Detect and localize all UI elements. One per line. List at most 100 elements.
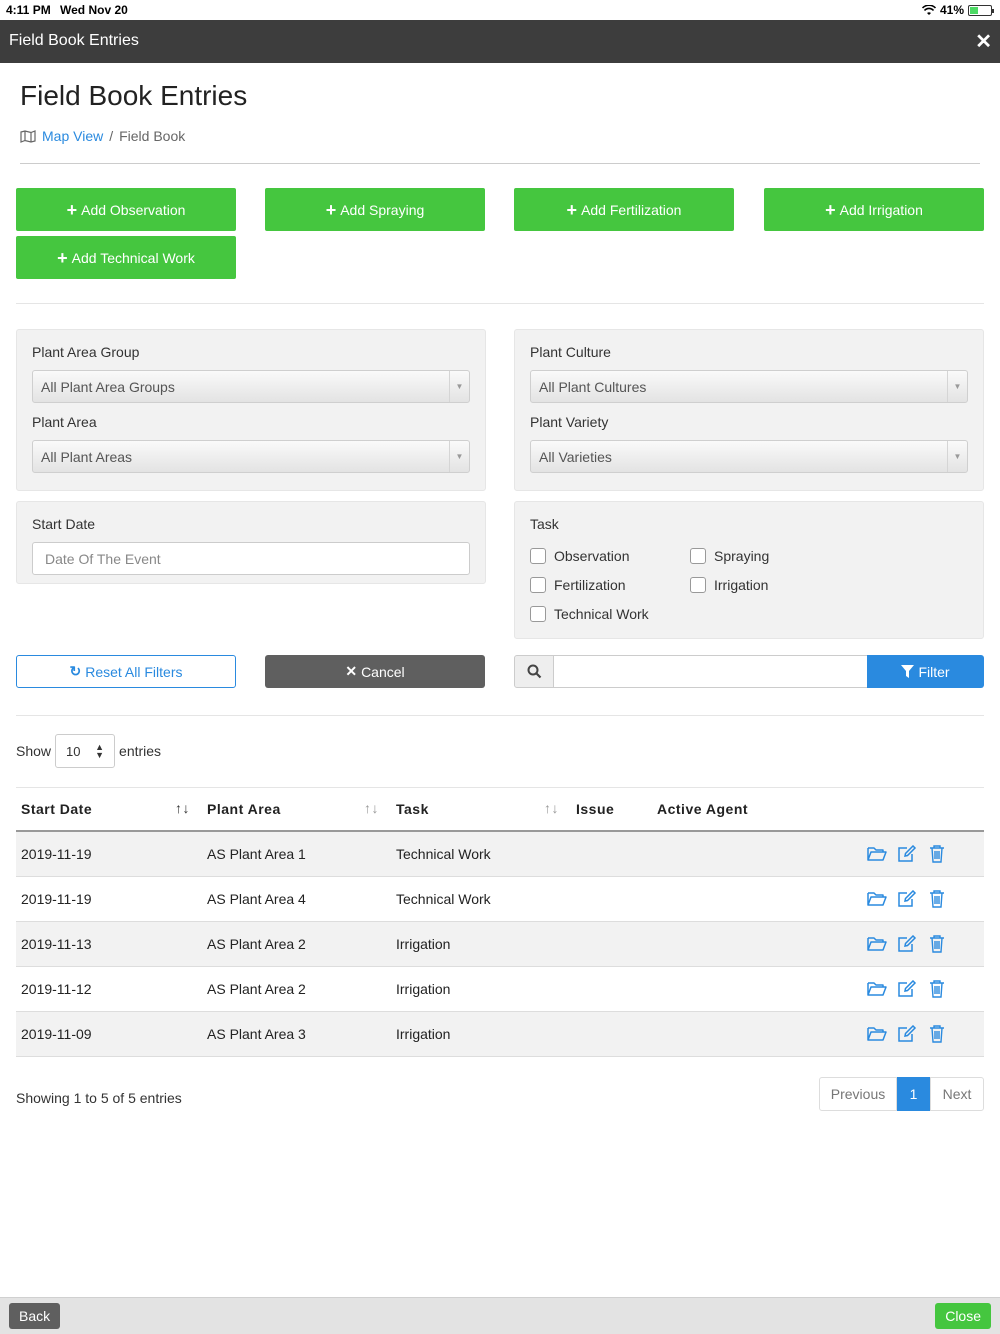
task-option-label: Fertilization — [554, 577, 626, 593]
cell-issue — [571, 921, 652, 967]
entries-label: entries — [119, 743, 162, 759]
add-fertilization-label: Add Fertilization — [581, 201, 682, 218]
task-checkbox-technical-work[interactable]: Technical Work — [530, 606, 649, 622]
filter-label: Filter — [918, 663, 950, 680]
start-date-label: Start Date — [32, 516, 96, 532]
table-row[interactable]: 2019-11-19 AS Plant Area 4 Technical Work — [16, 876, 984, 922]
plus-icon: + — [57, 247, 68, 268]
back-button[interactable]: Back — [9, 1303, 61, 1329]
row-actions — [817, 889, 979, 908]
pagination: Previous 1 Next — [819, 1077, 984, 1111]
checkbox[interactable] — [690, 577, 706, 593]
cell-active-agent — [652, 966, 812, 1012]
breadcrumb: Map View / Field Book — [20, 128, 185, 144]
cell-active-agent — [652, 1011, 812, 1057]
trash-icon[interactable] — [927, 845, 947, 863]
cell-plant-area: AS Plant Area 2 — [202, 921, 391, 967]
add-fertilization-button[interactable]: + Add Fertilization — [514, 188, 734, 231]
search-input[interactable] — [553, 655, 868, 688]
cell-issue — [571, 966, 652, 1012]
column-header-plant-area[interactable]: Plant Area ↑↓ — [202, 788, 391, 832]
plant-culture-select[interactable]: All Plant Cultures ▼ — [530, 370, 968, 403]
pagination-page-current[interactable]: 1 — [897, 1077, 930, 1111]
folder-open-icon[interactable] — [867, 935, 887, 953]
add-irrigation-label: Add Irrigation — [839, 201, 923, 218]
edit-icon[interactable] — [897, 934, 917, 953]
folder-open-icon[interactable] — [867, 980, 887, 998]
reset-filters-label: Reset All Filters — [85, 663, 183, 680]
table-row[interactable]: 2019-11-13 AS Plant Area 2 Irrigation — [16, 921, 984, 967]
add-observation-button[interactable]: + Add Observation — [16, 188, 236, 231]
table-header-row: Start Date ↑↓ Plant Area ↑↓ Task ↑↓ Issue A… — [16, 788, 984, 832]
column-header-start-date[interactable]: Start Date ↑↓ — [16, 788, 202, 832]
edit-icon[interactable] — [897, 979, 917, 998]
close-button[interactable]: Close — [935, 1303, 991, 1329]
page-size-select[interactable]: 10 ▲ ▼ — [55, 734, 116, 768]
add-technical-work-button[interactable]: + Add Technical Work — [16, 236, 236, 279]
folder-open-icon[interactable] — [867, 845, 887, 863]
trash-icon[interactable] — [927, 934, 947, 953]
plant-area-select[interactable]: All Plant Areas ▼ — [32, 440, 470, 473]
table-row[interactable]: 2019-11-12 AS Plant Area 2 Irrigation — [16, 966, 984, 1012]
bottom-bar: Back Close — [0, 1297, 1000, 1334]
checkbox[interactable] — [530, 577, 546, 593]
cell-actions — [812, 876, 984, 922]
cell-plant-area: AS Plant Area 4 — [202, 876, 391, 922]
cell-plant-area: AS Plant Area 1 — [202, 831, 391, 877]
cell-start-date: 2019-11-19 — [16, 831, 202, 877]
task-checkbox-fertilization[interactable]: Fertilization — [530, 577, 626, 593]
table-row[interactable]: 2019-11-19 AS Plant Area 1 Technical Work — [16, 831, 984, 877]
cell-actions — [812, 966, 984, 1012]
add-irrigation-button[interactable]: + Add Irrigation — [764, 188, 984, 231]
cell-start-date: 2019-11-12 — [16, 966, 202, 1012]
cell-task: Technical Work — [391, 876, 571, 922]
folder-open-icon[interactable] — [867, 890, 887, 908]
battery-percent: 41% — [939, 3, 964, 17]
table-row[interactable]: 2019-11-09 AS Plant Area 3 Irrigation — [16, 1011, 984, 1057]
start-date-input[interactable]: Date Of The Event — [32, 542, 470, 575]
edit-icon[interactable] — [897, 844, 917, 863]
trash-icon[interactable] — [927, 1024, 947, 1043]
task-option-label: Irrigation — [714, 577, 769, 593]
column-header-label: Plant Area — [207, 801, 281, 817]
plant-variety-value: All Varieties — [539, 449, 612, 465]
column-header-task[interactable]: Task ↑↓ — [391, 788, 571, 832]
plant-area-group-select[interactable]: All Plant Area Groups ▼ — [32, 370, 470, 403]
cancel-button[interactable]: ✕ Cancel — [265, 655, 485, 688]
add-observation-label: Add Observation — [81, 201, 186, 218]
plant-variety-select[interactable]: All Varieties ▼ — [530, 440, 968, 473]
task-option-label: Spraying — [714, 548, 770, 564]
row-actions — [817, 979, 979, 998]
plus-icon: + — [325, 199, 337, 220]
chevron-down-icon: ▼ — [947, 441, 967, 472]
checkbox[interactable] — [530, 548, 546, 564]
cell-start-date: 2019-11-09 — [16, 1011, 202, 1057]
sort-icon: ↑↓ — [175, 800, 190, 816]
edit-icon[interactable] — [897, 1024, 917, 1043]
wifi-icon — [921, 4, 936, 15]
cell-issue — [571, 831, 652, 877]
cell-active-agent — [652, 921, 812, 967]
divider — [20, 163, 980, 164]
close-icon[interactable]: ✕ — [975, 29, 992, 54]
trash-icon[interactable] — [927, 889, 947, 908]
task-checkbox-spraying[interactable]: Spraying — [690, 548, 769, 564]
task-checkbox-irrigation[interactable]: Irrigation — [690, 577, 768, 593]
checkbox[interactable] — [690, 548, 706, 564]
folder-open-icon[interactable] — [867, 1025, 887, 1043]
page-title: Field Book Entries — [20, 80, 248, 111]
task-checkbox-observation[interactable]: Observation — [530, 548, 629, 564]
map-icon — [20, 129, 36, 143]
edit-icon[interactable] — [897, 889, 917, 908]
page-size-control: Show 10 ▲ ▼ entries — [16, 734, 161, 768]
window-title: Field Book Entries — [9, 32, 139, 49]
add-spraying-button[interactable]: + Add Spraying — [265, 188, 485, 231]
pagination-previous[interactable]: Previous — [819, 1077, 897, 1111]
filter-button[interactable]: Filter — [867, 655, 984, 688]
pagination-next[interactable]: Next — [930, 1077, 984, 1111]
battery-icon — [968, 4, 994, 16]
breadcrumb-map-view[interactable]: Map View — [42, 128, 103, 144]
reset-filters-button[interactable]: ↻ Reset All Filters — [16, 655, 236, 688]
checkbox[interactable] — [530, 606, 546, 622]
trash-icon[interactable] — [927, 979, 947, 998]
